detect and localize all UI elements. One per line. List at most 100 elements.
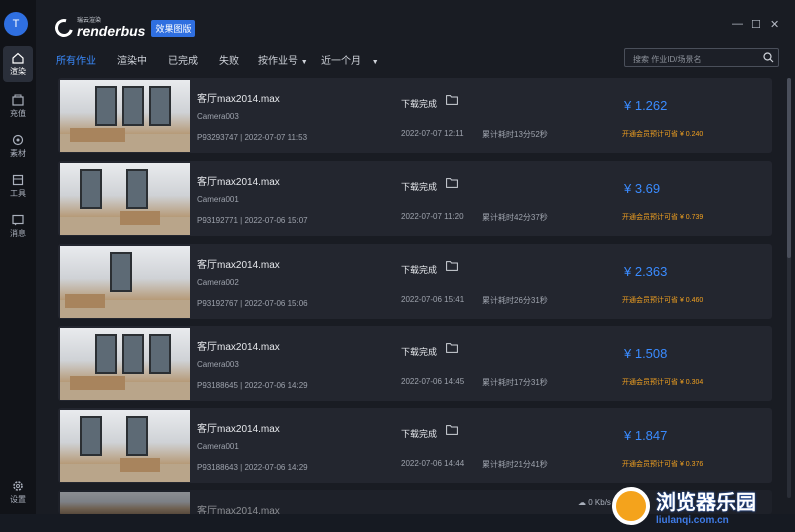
job-status: 下载完成: [401, 429, 438, 439]
wallet-icon: [12, 94, 24, 106]
search-icon[interactable]: [763, 52, 774, 63]
job-id-time: P93188643 | 2022-07-06 14:29: [197, 463, 308, 472]
job-member-saving[interactable]: 开通会员预计可省 ¥ 0.460: [622, 295, 703, 305]
range-dropdown[interactable]: 近一个月 ▼: [321, 52, 379, 67]
gear-icon: [13, 480, 23, 491]
sidebar-item-label: 充值: [10, 108, 26, 118]
job-elapsed: 累计耗时21分41秒: [482, 460, 548, 469]
sidebar: T 渲染 充值 素材 工具 消息 设置: [0, 0, 36, 532]
sidebar-item-recharge[interactable]: 充值: [0, 88, 36, 124]
job-price: ¥ 1.508: [624, 346, 668, 361]
job-status: 下载完成: [401, 99, 438, 109]
job-status: 下载完成: [401, 265, 438, 275]
job-price: ¥ 1.262: [624, 98, 668, 113]
sidebar-item-label: 渲染: [10, 66, 26, 76]
job-thumbnail[interactable]: [60, 328, 190, 400]
job-card[interactable]: 客厅max2014.max Camera003 P93188645 | 2022…: [58, 326, 772, 401]
job-thumbnail[interactable]: [60, 163, 190, 235]
brand-logo: 瑞云渲染 renderbus 效果图版: [51, 15, 196, 41]
watermark-title: 浏览器乐园: [656, 492, 756, 514]
avatar[interactable]: T: [4, 12, 28, 36]
job-filter-tabs: 所有作业 渲染中 已完成 失败: [56, 52, 260, 67]
job-thumbnail[interactable]: [60, 80, 190, 152]
job-finish-time: 2022-07-06 15:41: [401, 295, 465, 304]
job-camera: Camera003: [197, 360, 239, 369]
list-scrollbar[interactable]: [787, 78, 791, 498]
message-icon: [12, 214, 24, 225]
job-elapsed: 累计耗时26分31秒: [482, 296, 548, 305]
job-price: ¥ 2.363: [624, 264, 668, 279]
watermark: 浏览器乐园 liulanqi.com.cn: [612, 486, 756, 526]
job-thumbnail[interactable]: [60, 246, 190, 318]
job-card[interactable]: 客厅max2014.max Camera002 P93192767 | 2022…: [58, 244, 772, 319]
folder-icon[interactable]: [446, 95, 458, 105]
brand-name: renderbus: [77, 23, 146, 39]
job-member-saving[interactable]: 开通会员预计可省 ¥ 0.739: [622, 212, 703, 222]
job-member-saving[interactable]: 开通会员预计可省 ¥ 0.240: [622, 129, 703, 139]
minimize-button[interactable]: —: [732, 18, 743, 30]
job-id-time: P93192771 | 2022-07-06 15:07: [197, 216, 308, 225]
sidebar-item-label: 工具: [10, 188, 26, 198]
app-window: T 渲染 充值 素材 工具 消息 设置 瑞云渲染 renderbus 效果图版 …: [0, 0, 795, 532]
job-finish-time: 2022-07-07 11:20: [401, 212, 464, 221]
sidebar-item-material[interactable]: 素材: [0, 128, 36, 164]
sidebar-item-settings[interactable]: 设置: [0, 474, 36, 510]
job-file-name: 客厅max2014.max: [197, 177, 280, 188]
job-elapsed: 累计耗时42分37秒: [482, 213, 548, 222]
upload-speed-value: 0 Kb/s: [588, 498, 611, 507]
job-thumbnail[interactable]: [60, 410, 190, 482]
job-file-name: 客厅max2014.max: [197, 424, 280, 435]
sidebar-item-render[interactable]: 渲染: [3, 46, 33, 82]
chevron-down-icon: ▼: [371, 59, 379, 66]
job-status: 下载完成: [401, 347, 438, 357]
job-member-saving[interactable]: 开通会员预计可省 ¥ 0.376: [622, 459, 703, 469]
tab-failed[interactable]: 失败: [219, 52, 239, 67]
cloud-icon: ☁: [578, 498, 586, 507]
job-member-saving[interactable]: 开通会员预计可省 ¥ 0.304: [622, 377, 703, 387]
tab-rendering[interactable]: 渲染中: [117, 52, 147, 67]
job-camera: Camera001: [197, 442, 239, 451]
brand-badge: 效果图版: [151, 19, 196, 37]
toolbox-icon: [12, 174, 24, 185]
watermark-url: liulanqi.com.cn: [656, 515, 729, 526]
sidebar-item-label: 设置: [10, 494, 26, 504]
maximize-button[interactable]: ☐: [751, 18, 761, 31]
job-card[interactable]: 客厅max2014.max Camera001 P93188643 | 2022…: [58, 408, 772, 483]
job-card[interactable]: 客厅max2014.max Camera001 P93192771 | 2022…: [58, 161, 772, 236]
tab-all-jobs[interactable]: 所有作业: [56, 52, 96, 67]
folder-icon[interactable]: [446, 178, 458, 188]
folder-icon[interactable]: [446, 425, 458, 435]
folder-icon[interactable]: [446, 343, 458, 353]
upload-speed: ☁ 0 Kb/s: [578, 498, 611, 507]
job-camera: Camera003: [197, 112, 239, 121]
job-camera: Camera001: [197, 195, 239, 204]
folder-icon[interactable]: [446, 261, 458, 271]
job-camera: Camera002: [197, 278, 239, 287]
job-id-time: P93188645 | 2022-07-06 14:29: [197, 381, 308, 390]
home-icon: [12, 52, 24, 64]
close-button[interactable]: ✕: [770, 18, 779, 31]
sort-dropdown[interactable]: 按作业号 ▼: [258, 52, 308, 67]
sidebar-item-tools[interactable]: 工具: [0, 168, 36, 204]
search-box: [624, 48, 779, 68]
job-file-name: 客厅max2014.max: [197, 506, 280, 514]
sidebar-item-label: 消息: [10, 228, 26, 238]
search-input[interactable]: [625, 51, 755, 68]
material-icon: [12, 134, 24, 145]
sidebar-item-label: 素材: [10, 148, 26, 158]
job-card[interactable]: 客厅max2014.max Camera003 P93293747 | 2022…: [58, 78, 772, 153]
job-finish-time: 2022-07-06 14:45: [401, 377, 465, 386]
job-file-name: 客厅max2014.max: [197, 260, 280, 271]
renderbus-logo-icon: [51, 15, 77, 41]
chevron-down-icon: ▼: [300, 59, 308, 66]
sort-label: 按作业号: [258, 56, 298, 67]
tab-completed[interactable]: 已完成: [168, 52, 198, 67]
job-thumbnail[interactable]: [60, 492, 190, 514]
job-price: ¥ 1.847: [624, 428, 668, 443]
job-file-name: 客厅max2014.max: [197, 94, 280, 105]
watermark-logo-icon: [612, 487, 650, 525]
scrollbar-thumb[interactable]: [787, 78, 791, 258]
sidebar-item-messages[interactable]: 消息: [0, 208, 36, 244]
range-label: 近一个月: [321, 56, 361, 67]
job-file-name: 客厅max2014.max: [197, 342, 280, 353]
